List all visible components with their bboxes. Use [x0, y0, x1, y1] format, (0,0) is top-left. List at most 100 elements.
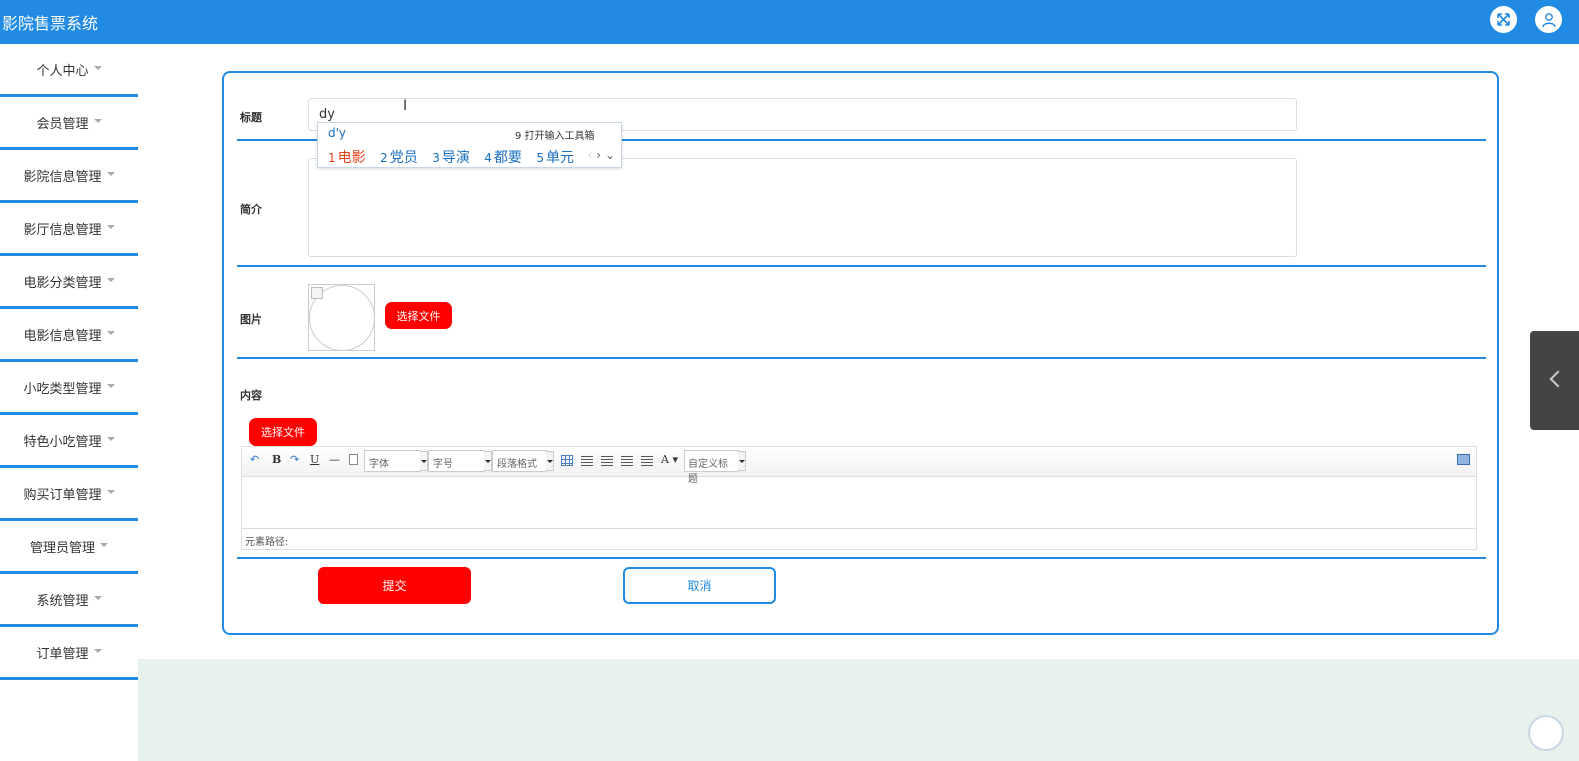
ime-candidate-number: 2	[380, 151, 388, 165]
dropdown-arrow-icon	[738, 451, 746, 471]
align-right-icon[interactable]	[601, 456, 613, 466]
image-choose-file-button[interactable]: 选择文件	[385, 302, 452, 329]
broken-image-icon	[311, 287, 323, 299]
divider	[237, 265, 1486, 267]
ime-toolbox-hint[interactable]: 9 打开输入工具箱	[515, 127, 595, 142]
submit-button[interactable]: 提交	[318, 567, 471, 604]
align-center-icon[interactable]	[621, 456, 633, 466]
horizontal-rule-icon[interactable]: —	[329, 453, 340, 466]
font-family-select[interactable]: 字体	[364, 450, 428, 472]
divider	[237, 557, 1486, 559]
table-icon[interactable]	[561, 455, 573, 466]
sidebar: 个人中心 会员管理 影院信息管理 影厅信息管理 电影分类管理 电影信息管理 小吃…	[0, 44, 138, 680]
sidebar-item-label: 影厅信息管理	[23, 222, 102, 238]
sidebar-item-member[interactable]: 会员管理	[0, 97, 138, 150]
sidebar-item-label: 管理员管理	[29, 540, 95, 556]
content-label: 内容	[240, 389, 262, 402]
chevron-left-icon	[1549, 370, 1567, 388]
top-bar: 影院售票系统	[0, 0, 1579, 44]
ime-candidate-number: 3	[432, 151, 440, 165]
sidebar-item-special-snack[interactable]: 特色小吃管理	[0, 415, 138, 468]
dropdown-arrow-icon	[420, 451, 428, 471]
caret-down-icon	[106, 437, 115, 441]
sidebar-item-snack-type[interactable]: 小吃类型管理	[0, 362, 138, 415]
sidebar-item-hall-info[interactable]: 影厅信息管理	[0, 203, 138, 256]
collapse-panel-tab[interactable]	[1530, 331, 1579, 430]
editor-element-path: 元素路径:	[242, 528, 1476, 548]
ime-candidate[interactable]: 4 都要	[484, 150, 522, 166]
ime-candidate[interactable]: 3 导演	[432, 150, 470, 166]
ime-candidate[interactable]: 2 党员	[380, 150, 418, 166]
cancel-button[interactable]: 取消	[623, 567, 776, 604]
sidebar-item-movie-info[interactable]: 电影信息管理	[0, 309, 138, 362]
sidebar-item-label: 购买订单管理	[23, 487, 102, 503]
font-size-select[interactable]: 字号	[428, 450, 492, 472]
ime-candidate-text: 电影	[337, 150, 366, 166]
sidebar-item-personal-center[interactable]: 个人中心	[0, 44, 138, 97]
font-family-select-label: 字体	[369, 459, 389, 470]
ime-candidate-number: 4	[484, 151, 492, 165]
align-justify-icon[interactable]	[641, 456, 653, 466]
paste-icon[interactable]	[349, 454, 358, 465]
sidebar-item-cinema-info[interactable]: 影院信息管理	[0, 150, 138, 203]
editor-content-area[interactable]	[242, 477, 1476, 528]
ime-candidate-number: 5	[536, 151, 545, 165]
sidebar-item-label: 电影信息管理	[23, 328, 102, 344]
expand-icon-glyph	[1497, 13, 1510, 26]
sidebar-item-admin[interactable]: 管理员管理	[0, 521, 138, 574]
ime-candidate-text: 单元	[546, 150, 575, 166]
caret-down-icon	[106, 384, 115, 388]
caret-down-icon	[93, 649, 102, 653]
title-label: 标题	[240, 111, 262, 124]
sidebar-item-label: 系统管理	[36, 593, 89, 609]
caret-down-icon	[106, 490, 115, 494]
ime-composition: d'y	[328, 126, 347, 140]
font-size-select-label: 字号	[433, 459, 453, 470]
font-color-icon[interactable]: A ▾	[661, 453, 678, 466]
content-choose-file-button[interactable]: 选择文件	[249, 418, 317, 446]
custom-heading-select[interactable]: 自定义标题	[684, 450, 746, 485]
sidebar-item-label: 会员管理	[36, 116, 89, 132]
ime-candidate[interactable]: 1 电影	[328, 150, 366, 166]
ime-page-nav[interactable]: ‹ › ⌄	[588, 148, 615, 162]
user-icon[interactable]	[1535, 6, 1562, 33]
caret-down-icon	[106, 225, 115, 229]
chevron-left-icon[interactable]: ‹	[588, 148, 593, 162]
intro-textarea[interactable]	[308, 158, 1297, 257]
expand-icon[interactable]	[1490, 6, 1517, 33]
ime-candidate-list: 1 电影 2 党员 3 导演 4 都要 5 单元	[328, 147, 584, 167]
sidebar-item-movie-category[interactable]: 电影分类管理	[0, 256, 138, 309]
sidebar-item-system[interactable]: 系统管理	[0, 574, 138, 627]
caret-down-icon	[100, 543, 108, 547]
underline-icon[interactable]: U	[310, 453, 319, 466]
redo-icon[interactable]: ↷	[290, 453, 299, 466]
sidebar-item-label: 个人中心	[36, 63, 89, 79]
align-left-icon[interactable]	[581, 456, 593, 466]
ime-candidate-number: 1	[328, 151, 336, 165]
ime-candidate-text: 党员	[389, 150, 418, 166]
sidebar-item-purchase-order[interactable]: 购买订单管理	[0, 468, 138, 521]
image-label: 图片	[240, 313, 262, 326]
sidebar-item-label: 订单管理	[36, 646, 89, 662]
chevron-down-icon[interactable]: ⌄	[605, 148, 615, 162]
image-preview	[308, 284, 375, 351]
bold-icon[interactable]: B	[272, 453, 281, 466]
caret-down-icon	[93, 596, 102, 600]
intro-label: 简介	[240, 203, 262, 216]
paragraph-format-select[interactable]: 段落格式	[492, 450, 554, 472]
undo-icon[interactable]: ↶	[250, 453, 259, 466]
user-icon-glyph	[1541, 12, 1556, 27]
caret-down-icon	[93, 119, 102, 123]
chevron-right-icon[interactable]: ›	[596, 148, 601, 162]
caret-down-icon	[106, 331, 115, 335]
editor-toolbar: ↶ B ↷ U — 字体 字号 段落格式 A ▾ 自定义标题	[242, 447, 1476, 485]
sidebar-item-label: 电影分类管理	[23, 275, 102, 291]
caret-down-icon	[106, 278, 115, 282]
sidebar-item-label: 影院信息管理	[23, 169, 102, 185]
ime-candidate[interactable]: 5 单元	[536, 150, 574, 166]
floating-action-button[interactable]	[1528, 715, 1564, 751]
fullscreen-icon[interactable]	[1457, 454, 1470, 465]
sidebar-item-order[interactable]: 订单管理	[0, 627, 138, 680]
sidebar-item-label: 特色小吃管理	[23, 434, 102, 450]
dropdown-arrow-icon	[546, 451, 554, 471]
